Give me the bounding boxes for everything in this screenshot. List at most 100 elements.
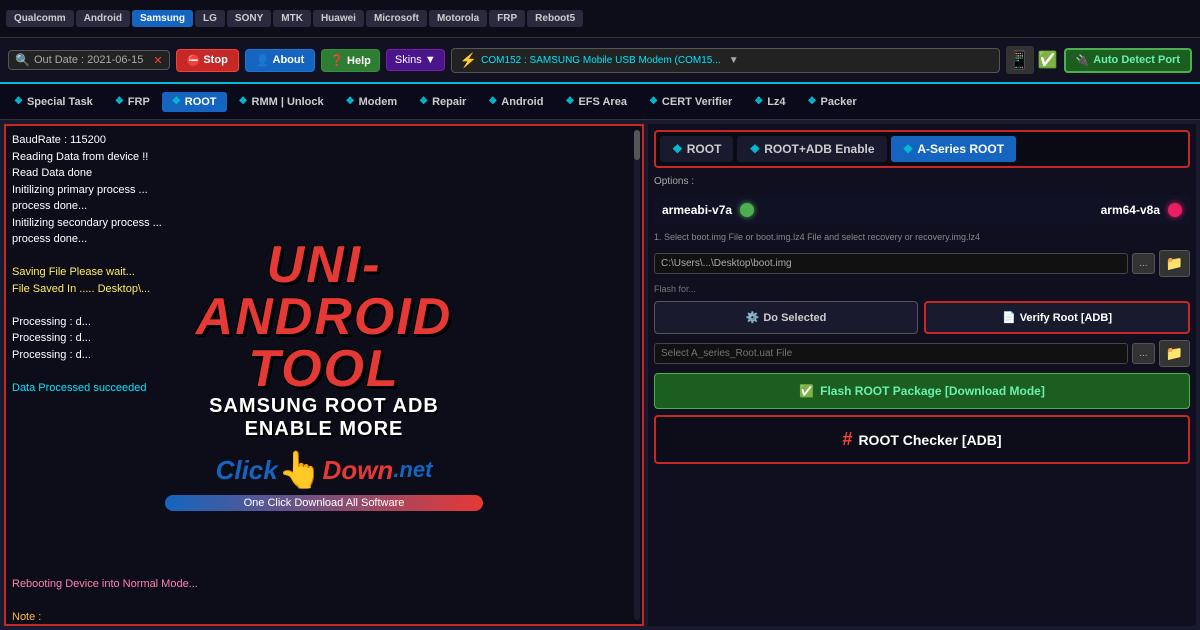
brand-tab-microsoft[interactable]: Microsoft xyxy=(366,10,427,27)
search-icon: 🔍 xyxy=(15,53,30,67)
usb-icon: ⚡ xyxy=(460,52,477,69)
info-text: 1. Select boot.img File or boot.img.lz4 … xyxy=(654,231,1190,244)
com-port-selector[interactable]: ⚡ COM152 : SAMSUNG Mobile USB Modem (COM… xyxy=(451,48,1000,73)
menu-rmm[interactable]: ❖ RMM | Unlock xyxy=(229,92,334,112)
phone-icon: 📱 xyxy=(1006,46,1034,74)
menu-efs[interactable]: ❖ EFS Area xyxy=(555,92,636,112)
brand-tab-samsung[interactable]: Samsung xyxy=(132,10,193,27)
flash-root-button[interactable]: ✅ Flash ROOT Package [Download Mode] xyxy=(654,373,1190,409)
menu-root[interactable]: ❖ ROOT xyxy=(162,92,227,112)
do-selected-button[interactable]: ⚙️ Do Selected xyxy=(654,301,918,334)
arrow-icon: ❖ xyxy=(808,96,817,107)
brand-nav: Qualcomm Android Samsung LG SONY MTK Hua… xyxy=(0,0,1200,38)
menu-android[interactable]: ❖ Android xyxy=(478,92,553,112)
brand-tab-android[interactable]: Android xyxy=(76,10,130,27)
log-line: Saving File Please wait... xyxy=(12,264,636,281)
arrow-icon: ❖ xyxy=(488,96,497,107)
stop-button[interactable]: ⛔ Stop xyxy=(176,49,239,72)
log-line: BaudRate : 115200 xyxy=(12,132,636,149)
menu-special-task[interactable]: ❖ Special Task xyxy=(4,92,103,112)
log-line: Reading Data from device !! xyxy=(12,149,636,166)
menu-lz4[interactable]: ❖ Lz4 xyxy=(744,92,795,112)
file-dots-button[interactable]: ... xyxy=(1132,253,1154,274)
menu-frp[interactable]: ❖ FRP xyxy=(105,92,160,112)
file-path-input[interactable] xyxy=(654,253,1128,274)
brand-tab-sony[interactable]: SONY xyxy=(227,10,271,27)
click-text: Click xyxy=(216,455,278,486)
skins-button[interactable]: Skins ▼ xyxy=(386,49,445,71)
menu-modem[interactable]: ❖ Modem xyxy=(336,92,407,112)
options-label: Options : xyxy=(654,174,1190,189)
select-uat-row: ... 📁 xyxy=(654,340,1190,367)
abi-right: arm64-v8a xyxy=(1101,203,1182,217)
help-button[interactable]: ❓ Help xyxy=(321,49,380,72)
menu-repair[interactable]: ❖ Repair xyxy=(409,92,476,112)
log-spacer xyxy=(12,363,636,380)
about-button[interactable]: 👤 About xyxy=(245,49,315,72)
search-box[interactable]: 🔍 Out Date : 2021-06-15 ✕ xyxy=(8,50,170,70)
auto-detect-port-button[interactable]: 🔌 Auto Detect Port xyxy=(1064,48,1192,73)
log-spacer xyxy=(12,297,636,314)
abi-left-label: armeabi-v7a xyxy=(662,203,732,217)
right-panel: ❖ ROOT ❖ ROOT+ADB Enable ❖ A-Series ROOT… xyxy=(648,124,1196,626)
log-line: Initilizing secondary process ... xyxy=(12,215,636,232)
tab-arrow-icon: ❖ xyxy=(749,142,760,156)
clear-icon[interactable]: ✕ xyxy=(153,54,162,67)
abi-left: armeabi-v7a xyxy=(662,203,754,217)
check-icon: ✅ xyxy=(1038,50,1058,70)
log-spacer xyxy=(12,593,636,610)
tab-arrow-icon: ❖ xyxy=(672,142,683,156)
tab-aseries-root[interactable]: ❖ A-Series ROOT xyxy=(891,136,1016,162)
arrow-icon: ❖ xyxy=(172,96,181,107)
log-line: Processing : d... xyxy=(12,347,636,364)
abi-right-label: arm64-v8a xyxy=(1101,203,1160,217)
hash-icon: # xyxy=(842,429,852,450)
brand-tab-reboots[interactable]: Reboot5 xyxy=(527,10,583,27)
log-line: Rebooting Device into Normal Mode... xyxy=(12,576,636,593)
tagline: One Click Download All Software xyxy=(165,495,483,511)
arrow-icon: ❖ xyxy=(754,96,763,107)
log-line: Processing : d... xyxy=(12,314,636,331)
root-checker-button[interactable]: # ROOT Checker [ADB] xyxy=(654,415,1190,464)
chevron-down-icon: ▼ xyxy=(425,54,436,66)
select-uat-input[interactable] xyxy=(654,343,1128,364)
log-spacer xyxy=(12,248,636,265)
log-line: process done... xyxy=(12,231,636,248)
file-row: ... 📁 xyxy=(654,250,1190,277)
abi-row: armeabi-v7a arm64-v8a xyxy=(654,195,1190,225)
arrow-icon: ❖ xyxy=(346,96,355,107)
arrow-icon: ❖ xyxy=(419,96,428,107)
tab-root[interactable]: ❖ ROOT xyxy=(660,136,733,162)
hand-icon: 👆 xyxy=(278,449,323,491)
log-line: Note : xyxy=(12,609,636,626)
abi-left-dot xyxy=(740,203,754,217)
scroll-indicator[interactable] xyxy=(634,130,640,620)
brand-tab-lg[interactable]: LG xyxy=(195,10,225,27)
log-line: File Saved In ..... Desktop\... xyxy=(12,281,636,298)
settings-icon: ⚙️ xyxy=(746,311,760,324)
menu-bar: ❖ Special Task ❖ FRP ❖ ROOT ❖ RMM | Unlo… xyxy=(0,84,1200,120)
arrow-icon: ❖ xyxy=(649,96,658,107)
log-line: Processing : d... xyxy=(12,330,636,347)
tab-arrow-icon: ❖ xyxy=(903,142,914,156)
search-date: Out Date : 2021-06-15 xyxy=(34,54,143,66)
uat-dots-button[interactable]: ... xyxy=(1132,343,1154,364)
brand-tab-huawei[interactable]: Huawei xyxy=(313,10,364,27)
brand-tab-qualcomm[interactable]: Qualcomm xyxy=(6,10,74,27)
tab-root-adb[interactable]: ❖ ROOT+ADB Enable xyxy=(737,136,886,162)
verify-root-button[interactable]: 📄 Verify Root [ADB] xyxy=(924,301,1190,334)
uat-folder-button[interactable]: 📁 xyxy=(1159,340,1190,367)
abi-right-dot xyxy=(1168,203,1182,217)
detect-icon: 🔌 xyxy=(1076,54,1090,67)
brand-tab-frp[interactable]: FRP xyxy=(489,10,525,27)
main-content: BaudRate : 115200 Reading Data from devi… xyxy=(0,120,1200,630)
brand-tab-motorola[interactable]: Motorola xyxy=(429,10,487,27)
watermark-subtitle: SAMSUNG ROOT ADB ENABLE MORE xyxy=(165,395,483,441)
menu-cert[interactable]: ❖ CERT Verifier xyxy=(639,92,742,112)
menu-packer[interactable]: ❖ Packer xyxy=(798,92,867,112)
file-folder-button[interactable]: 📁 xyxy=(1159,250,1190,277)
stop-icon: ⛔ xyxy=(187,54,201,67)
toolbar: 🔍 Out Date : 2021-06-15 ✕ ⛔ Stop 👤 About… xyxy=(0,38,1200,84)
root-tabs: ❖ ROOT ❖ ROOT+ADB Enable ❖ A-Series ROOT xyxy=(654,130,1190,168)
brand-tab-mtk[interactable]: MTK xyxy=(273,10,311,27)
